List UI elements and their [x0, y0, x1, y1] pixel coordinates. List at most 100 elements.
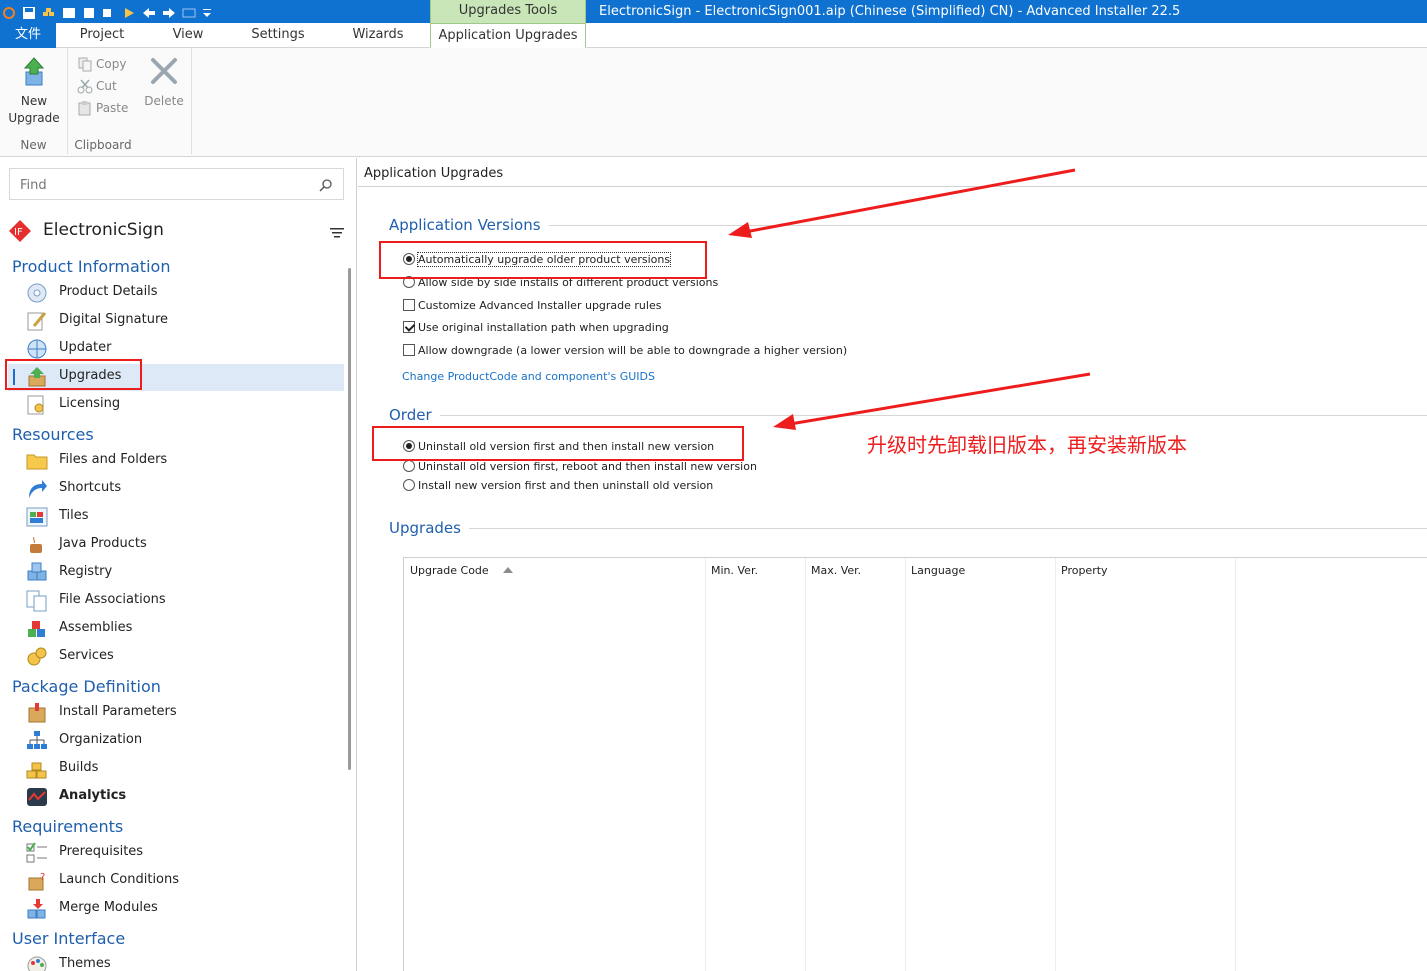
column-divider [905, 558, 906, 971]
checkbox-allow-downgrade[interactable]: Allow downgrade (a lower version will be… [403, 341, 847, 359]
deploy-icon[interactable] [102, 5, 116, 19]
bricks-icon [26, 758, 48, 780]
nav-item-file-associations[interactable]: File Associations [8, 588, 344, 615]
column-header-property[interactable]: Property [1055, 558, 1235, 584]
new-upgrade-icon [23, 57, 45, 86]
annotation-box-uninstall-first [372, 426, 744, 461]
package-box-icon [26, 702, 48, 724]
column-header-min-ver[interactable]: Min. Ver. [705, 558, 805, 584]
annotation-box-upgrades-nav [5, 359, 142, 390]
package-icon[interactable] [82, 5, 96, 19]
change-guids-link[interactable]: Change ProductCode and component's GUIDS [402, 370, 655, 383]
nav-item-licensing[interactable]: Licensing [8, 392, 344, 419]
svg-text:IF: IF [14, 227, 23, 238]
mail-icon[interactable] [182, 5, 196, 19]
column-divider [705, 558, 706, 971]
search-icon[interactable] [319, 177, 333, 196]
nav-item-label: Shortcuts [59, 480, 122, 495]
nav-item-tiles[interactable]: Tiles [8, 504, 344, 531]
column-header-language[interactable]: Language [905, 558, 1055, 584]
option-label: Install new version first and then unins… [418, 478, 714, 492]
tab-wizards[interactable]: Wizards [342, 23, 414, 48]
nav-item-assemblies[interactable]: Assemblies [8, 616, 344, 643]
nav-item-label: Tiles [59, 508, 89, 523]
title-bar: Upgrades Tools ElectronicSign - Electron… [0, 0, 1427, 23]
divider [389, 415, 1427, 416]
nav-item-install-parameters[interactable]: Install Parameters [8, 700, 344, 727]
radio-button[interactable] [403, 479, 415, 491]
nav-item-launch-conditions[interactable]: ? Launch Conditions [8, 868, 344, 895]
copy-icon [78, 57, 92, 72]
nav-item-shortcuts[interactable]: Shortcuts [8, 476, 344, 503]
tab-settings[interactable]: Settings [243, 23, 313, 48]
copy-button[interactable]: Copy [77, 54, 126, 74]
forward-arrow-icon[interactable] [162, 5, 176, 19]
option-label: Uninstall old version first, reboot and … [418, 459, 757, 473]
launch-conditions-box-icon: ? [26, 870, 48, 892]
nav-item-organization[interactable]: Organization [8, 728, 344, 755]
nav-item-label: Updater [59, 340, 112, 355]
folder-icon [26, 450, 48, 472]
back-arrow-icon[interactable] [142, 5, 156, 19]
nav-item-digital-signature[interactable]: Digital Signature [8, 308, 344, 335]
radio-install-first[interactable]: Install new version first and then unins… [403, 476, 713, 494]
nav-item-prerequisites[interactable]: Prerequisites [8, 840, 344, 867]
nav-item-label: Organization [59, 732, 143, 747]
cut-button[interactable]: Cut [77, 76, 117, 96]
nav-item-themes[interactable]: Themes [8, 952, 344, 971]
ribbon-group-label-new: New [20, 138, 47, 152]
nav-item-analytics[interactable]: Analytics [8, 784, 344, 811]
nav-item-label: Merge Modules [59, 900, 158, 915]
checkbox-original-path[interactable]: Use original installation path when upgr… [403, 318, 669, 336]
license-key-icon [26, 394, 48, 416]
column-divider [1055, 558, 1056, 971]
project-name: ElectronicSign [43, 220, 164, 240]
svg-text:?: ? [40, 872, 45, 883]
group-title-upgrades: Upgrades [389, 519, 469, 537]
cut-label: Cut [96, 79, 117, 93]
main-content: Application Upgrades Application Version… [358, 158, 1427, 971]
nav-item-java-products[interactable]: Java Products [8, 532, 344, 559]
advanced-installer-logo-icon: IF [8, 219, 32, 247]
find-box[interactable] [9, 168, 344, 200]
tools-icon[interactable] [62, 5, 76, 19]
radio-button[interactable] [403, 460, 415, 472]
quick-access-toolbar [0, 0, 216, 23]
nav-item-label: Analytics [59, 788, 127, 803]
upgrades-table[interactable]: Upgrade Code Min. Ver. Max. Ver. Languag… [403, 557, 1427, 971]
nav-item-files-and-folders[interactable]: Files and Folders [8, 448, 344, 475]
annotation-box-auto-upgrade [379, 241, 707, 279]
ribbon-tab-bar: 文件 Project View Settings Wizards Applica… [0, 23, 1427, 48]
new-upgrade-button[interactable]: New Upgrade [4, 56, 64, 127]
tab-file[interactable]: 文件 [0, 23, 56, 48]
scissors-icon [77, 79, 93, 94]
nav-item-label: Digital Signature [59, 312, 169, 327]
checkbox-customize-rules[interactable]: Customize Advanced Installer upgrade rul… [403, 296, 661, 314]
tiles-icon [26, 506, 48, 528]
checkbox[interactable] [403, 344, 415, 356]
nav-item-merge-modules[interactable]: Merge Modules [8, 896, 344, 923]
paste-label: Paste [96, 101, 129, 115]
nav-item-builds[interactable]: Builds [8, 756, 344, 783]
nav-item-label: Builds [59, 760, 99, 775]
ribbon-group-label-clipboard: Clipboard [74, 138, 132, 152]
find-input[interactable] [20, 175, 310, 195]
nav-item-services[interactable]: Services [8, 644, 344, 671]
run-icon[interactable] [122, 5, 136, 19]
tab-application-upgrades[interactable]: Application Upgrades [430, 23, 586, 48]
paste-button[interactable]: Paste [77, 98, 128, 118]
nav-item-registry[interactable]: Registry [8, 560, 344, 587]
tab-project[interactable]: Project [68, 23, 136, 48]
delete-button[interactable]: Delete [142, 56, 186, 110]
build-icon[interactable] [42, 5, 56, 19]
column-header-upgrade-code[interactable]: Upgrade Code [404, 558, 704, 584]
tab-view[interactable]: View [160, 23, 216, 48]
checkbox[interactable] [403, 321, 415, 333]
column-header-max-ver[interactable]: Max. Ver. [805, 558, 905, 584]
filter-icon[interactable] [330, 224, 344, 243]
nav-scrollbar[interactable] [348, 268, 351, 770]
checkbox[interactable] [403, 299, 415, 311]
save-icon[interactable] [22, 5, 36, 19]
customize-dropdown-icon[interactable] [202, 5, 216, 19]
nav-item-product-details[interactable]: Product Details [8, 280, 344, 307]
